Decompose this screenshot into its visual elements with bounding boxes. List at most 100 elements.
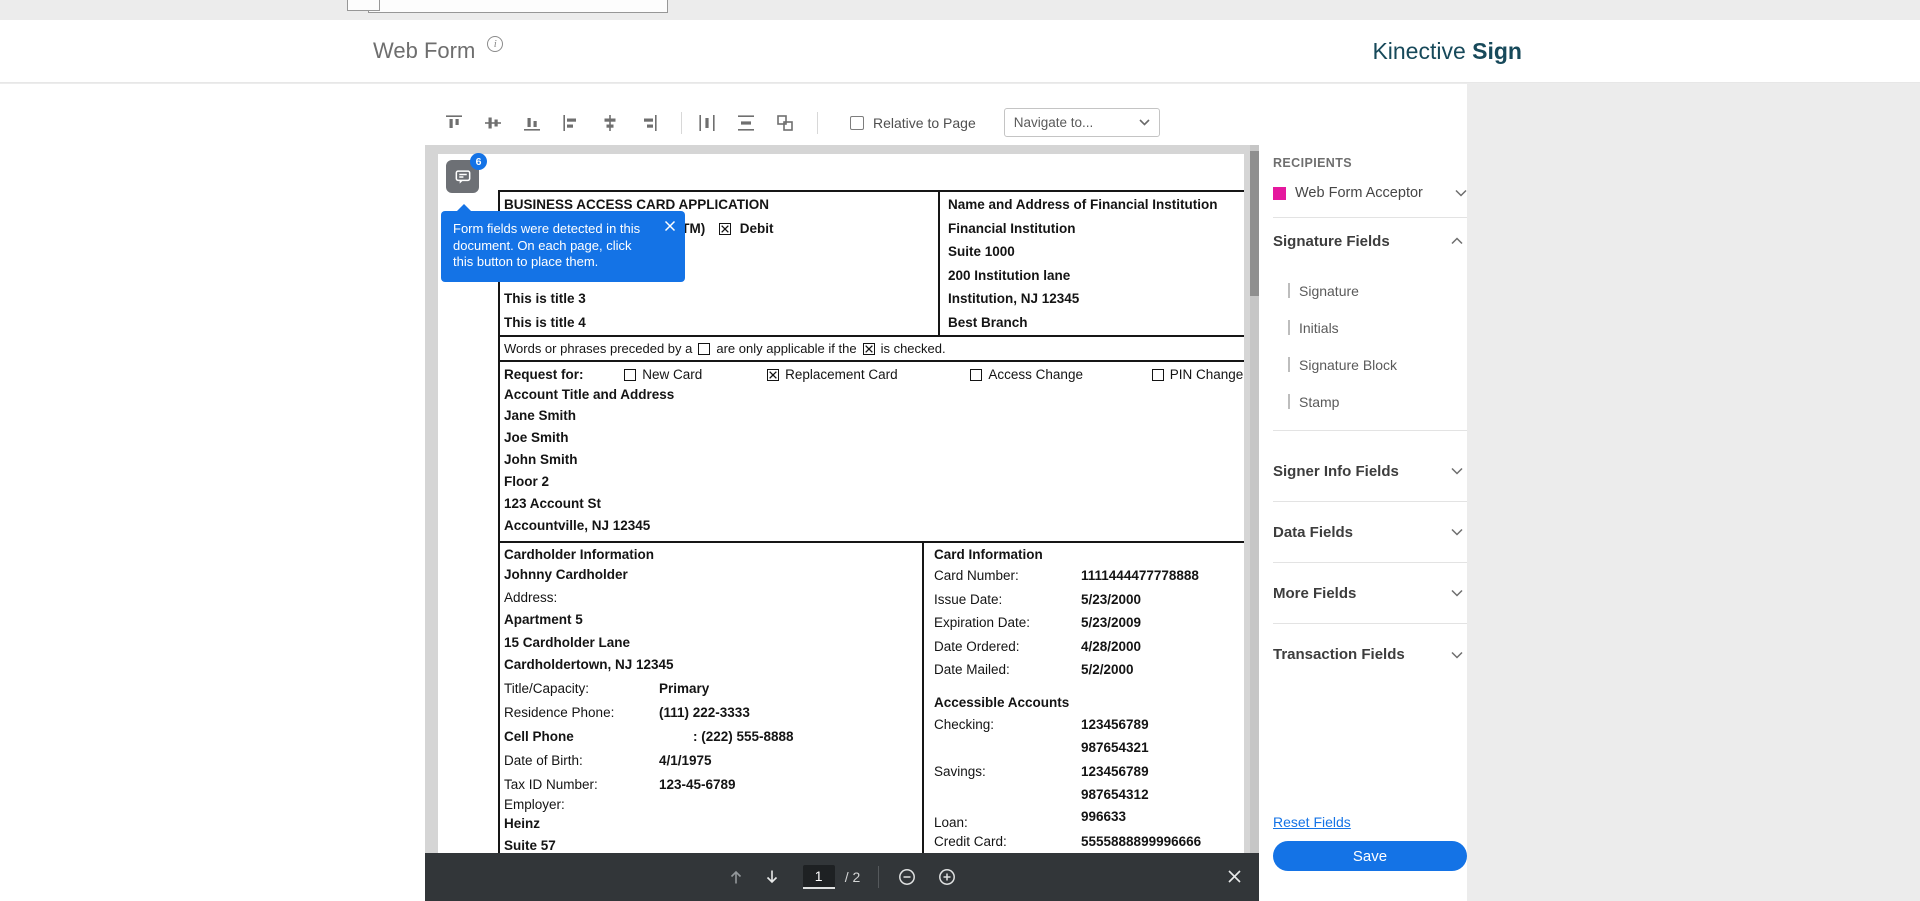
sidebar-divider <box>1273 430 1467 431</box>
align-bottom-icon[interactable] <box>521 112 543 134</box>
navigate-dropdown-value: Navigate to... <box>1014 115 1094 130</box>
relative-to-page-checkbox[interactable]: Relative to Page <box>850 115 976 131</box>
align-center-icon[interactable] <box>599 112 621 134</box>
form-row: Card Number:1111444477778888 <box>934 564 1244 588</box>
scrollbar-thumb[interactable] <box>1250 151 1259 296</box>
checkbox-box[interactable] <box>850 116 864 130</box>
form-text-line: 123 Account St <box>504 493 1244 515</box>
pager-toolbar: / 2 <box>425 853 1259 901</box>
brand-bold: Sign <box>1472 38 1522 64</box>
cardholder-header: Cardholder Information <box>504 545 922 564</box>
info-icon[interactable]: i <box>487 36 503 52</box>
form-row: Date Ordered:4/28/2000 <box>934 635 1244 659</box>
form-text-line: This is title 3 <box>504 287 938 311</box>
form-text-line: Johnny Cardholder <box>504 564 922 587</box>
drag-handle <box>1288 357 1290 372</box>
place-fields-button[interactable]: 6 <box>446 160 479 193</box>
document-viewer: BUSINESS ACCESS CARD APPLICATION (ATM) D… <box>425 145 1259 901</box>
zoom-out-button[interactable] <box>897 867 917 887</box>
coachmark: Form fields were detected in this docume… <box>441 211 685 282</box>
toolbar-separator <box>681 112 682 134</box>
form-text-line: Employer: <box>504 797 922 813</box>
field-item-signature[interactable]: Signature <box>1273 272 1467 309</box>
form-text-line: Jane Smith <box>504 405 1244 427</box>
reset-fields-link[interactable]: Reset Fields <box>1273 814 1351 830</box>
empty-checkbox <box>698 343 710 355</box>
scrollbar[interactable] <box>1250 145 1259 901</box>
drag-handle <box>1288 320 1290 335</box>
account-title-heading: Account Title and Address <box>504 384 1244 405</box>
save-button[interactable]: Save <box>1273 841 1467 871</box>
form-text-line: Best Branch <box>948 311 1244 335</box>
accessible-accounts-header: Accessible Accounts <box>934 692 1244 713</box>
form-text-line: Name and Address of Financial Institutio… <box>948 193 1244 217</box>
field-item-stamp[interactable]: Stamp <box>1273 383 1467 420</box>
form-text-line: This is title 4 <box>504 311 938 335</box>
viewer-close-button[interactable] <box>1227 869 1242 884</box>
navigate-dropdown[interactable]: Navigate to... <box>1004 108 1160 137</box>
page-title-group: Web Form i <box>373 38 503 64</box>
field-item-initials[interactable]: Initials <box>1273 309 1467 346</box>
form-row: Residence Phone:(111) 222-3333 <box>504 701 922 725</box>
section-more-fields[interactable]: More Fields <box>1273 563 1467 624</box>
form-text-line: Accountville, NJ 12345 <box>504 515 1244 537</box>
page-title: Web Form <box>373 38 475 64</box>
checked-checkbox <box>863 343 875 355</box>
form-row: Checking:123456789 <box>934 713 1244 737</box>
distribute-vertical-icon[interactable] <box>735 112 757 134</box>
account-title-lines: Jane Smith Joe Smith John Smith Floor 2 … <box>504 405 1244 537</box>
option-access-change: Access Change <box>970 367 1083 382</box>
form-text-line: Joe Smith <box>504 427 1244 449</box>
page-up-button[interactable] <box>727 868 745 886</box>
drag-handle <box>1288 283 1290 298</box>
option-new-card: New Card <box>624 367 702 382</box>
section-signature-fields[interactable]: Signature Fields <box>1273 218 1467 264</box>
app-header: Web Form i Kinective Sign <box>0 20 1920 83</box>
chevron-down-icon[interactable] <box>1455 189 1467 197</box>
distribute-horizontal-icon[interactable] <box>696 112 718 134</box>
coachmark-close-icon[interactable] <box>664 220 676 232</box>
replacement-card-checkbox <box>767 369 779 381</box>
form-row: Date of Birth:4/1/1975 <box>504 749 922 773</box>
drag-handle <box>1288 394 1290 409</box>
chevron-up-icon <box>1451 237 1463 245</box>
page-down-button[interactable] <box>763 868 781 886</box>
info-table: Cardholder Information Johnny Cardholder… <box>498 541 1244 901</box>
new-card-checkbox <box>624 369 636 381</box>
option-pin-change: PIN Change <box>1152 367 1244 382</box>
form-text-line: John Smith <box>504 449 1244 471</box>
align-middle-icon[interactable] <box>482 112 504 134</box>
page-total: / 2 <box>845 869 861 885</box>
form-row: Loan:996633 <box>934 807 1244 831</box>
recipient-name: Web Form Acceptor <box>1295 185 1423 201</box>
match-size-icon[interactable] <box>774 112 796 134</box>
section-signer-info-fields[interactable]: Signer Info Fields <box>1273 441 1467 502</box>
chevron-down-icon <box>1451 528 1463 536</box>
field-item-signature-block[interactable]: Signature Block <box>1273 346 1467 383</box>
page-number-input[interactable] <box>803 865 835 889</box>
form-text-line: Heinz <box>504 813 922 836</box>
form-text-line: 15 Cardholder Lane <box>504 632 922 655</box>
debit-checkbox <box>719 223 731 235</box>
cardholder-cell: Cardholder Information Johnny Cardholder… <box>500 543 924 901</box>
align-left-icon[interactable] <box>560 112 582 134</box>
form-text-line: Suite 1000 <box>948 240 1244 264</box>
form-row: Cell Phone: (222) 555-8888 <box>504 725 922 749</box>
recipient-row[interactable]: Web Form Acceptor <box>1273 183 1467 203</box>
align-right-icon[interactable] <box>638 112 660 134</box>
badge-count: 6 <box>470 153 487 170</box>
align-top-icon[interactable] <box>443 112 465 134</box>
clipped-window-fragment <box>368 0 668 13</box>
form-row: Title/Capacity:Primary <box>504 677 922 701</box>
form-text-line: Address: <box>504 587 922 610</box>
fields-sidebar: RECIPIENTS Web Form Acceptor Signature F… <box>1273 84 1467 901</box>
form-row: Tax ID Number:123-45-6789 <box>504 773 922 797</box>
workspace: Relative to Page Navigate to... BUSINESS… <box>0 84 1467 901</box>
chevron-down-icon <box>1451 589 1463 597</box>
section-data-fields[interactable]: Data Fields <box>1273 502 1467 563</box>
card-info-cell: Card Information Card Number:11114444777… <box>924 543 1244 901</box>
coachmark-text: Form fields were detected in this docume… <box>453 221 640 269</box>
section-transaction-fields[interactable]: Transaction Fields <box>1273 624 1467 685</box>
zoom-in-button[interactable] <box>937 867 957 887</box>
form-row: Date Mailed:5/2/2000 <box>934 658 1244 682</box>
